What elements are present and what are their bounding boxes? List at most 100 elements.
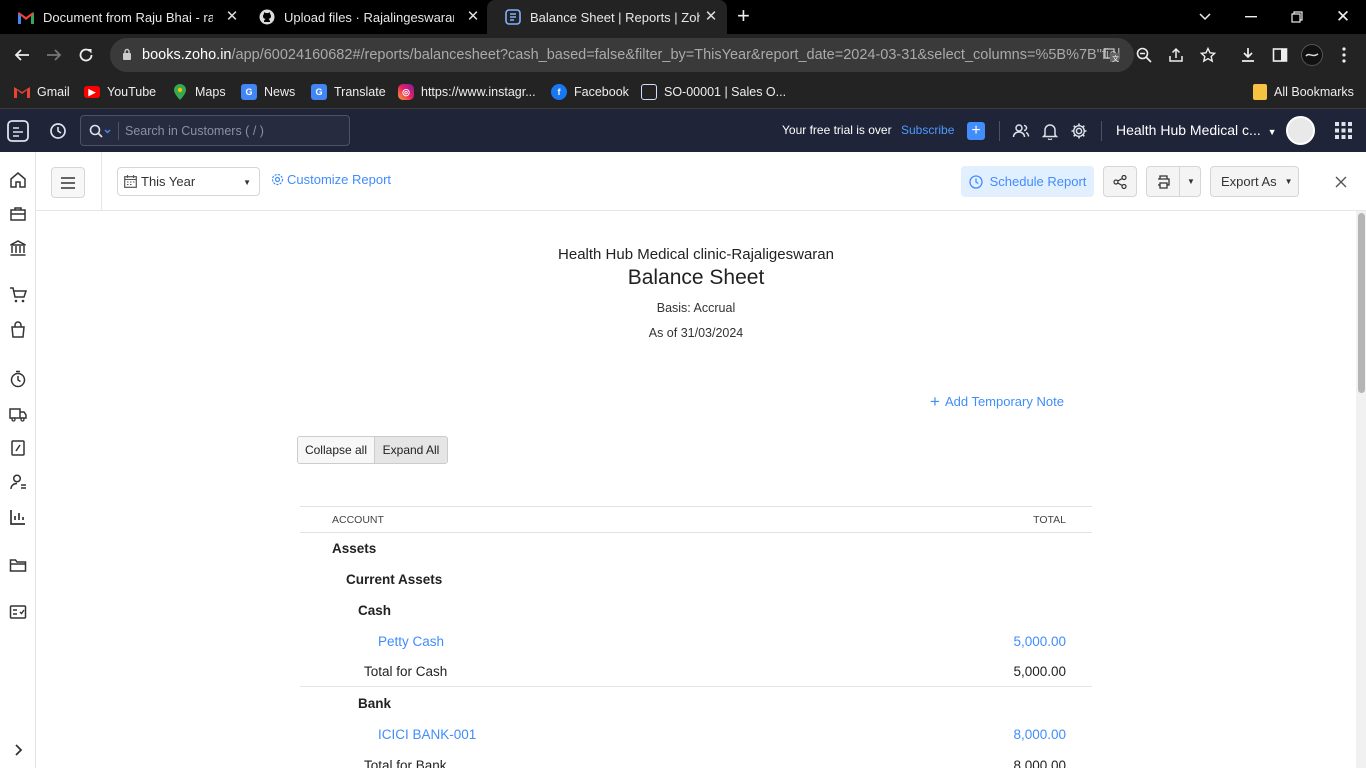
collapse-all-button[interactable]: Collapse all: [298, 437, 375, 463]
side-panel-icon[interactable]: [1268, 43, 1292, 67]
print-button[interactable]: ▼: [1146, 166, 1201, 197]
subscribe-link[interactable]: Subscribe: [901, 123, 954, 137]
bookmark-star-icon[interactable]: [1196, 43, 1220, 67]
table-row: Total for Cash 5,000.00: [300, 656, 1092, 687]
sales-cart-icon[interactable]: [9, 286, 28, 304]
search-input[interactable]: Search in Customers ( / ): [125, 124, 264, 138]
export-as-dropdown[interactable]: Export As ▼: [1210, 166, 1299, 197]
bookmark-instagram[interactable]: ◎ https://www.instagr...: [398, 82, 536, 102]
quick-create-plus-icon[interactable]: +: [967, 122, 985, 140]
share-nodes-icon: [1113, 174, 1127, 189]
tab-balance-sheet[interactable]: Balance Sheet | Reports | Zoho B ✕: [487, 0, 727, 34]
close-tab-icon[interactable]: ✕: [224, 9, 240, 25]
documents-folder-icon[interactable]: [9, 556, 27, 574]
zoom-icon[interactable]: [1132, 43, 1156, 67]
hamburger-menu-button[interactable]: [51, 167, 85, 198]
organization-heading: Health Hub Medical clinic-Rajaligeswaran: [558, 246, 834, 263]
new-tab-plus-icon[interactable]: +: [737, 5, 750, 27]
schedule-report-button[interactable]: Schedule Report: [961, 166, 1094, 197]
reports-chart-icon[interactable]: [9, 508, 27, 526]
share-page-icon[interactable]: [1164, 43, 1188, 67]
back-icon[interactable]: [10, 43, 34, 67]
global-search[interactable]: Search in Customers ( / ): [80, 115, 350, 146]
tab-gmail-document[interactable]: Document from Raju Bhai - raja ✕: [0, 0, 248, 34]
bookmark-facebook[interactable]: f Facebook: [551, 82, 629, 102]
close-report-icon[interactable]: [1335, 175, 1347, 193]
reload-icon[interactable]: [74, 43, 98, 67]
maps-pin-icon: [172, 84, 188, 100]
period-select[interactable]: This Year ▼: [117, 167, 260, 196]
purchases-bag-icon[interactable]: [9, 321, 27, 339]
items-box-icon[interactable]: [9, 205, 27, 223]
amount-cell[interactable]: 5,000.00: [1013, 634, 1066, 649]
account-link[interactable]: ICICI BANK-001: [378, 727, 476, 742]
site-info-icon[interactable]: [122, 48, 132, 65]
tab-title: Upload files · Rajalingeswaran/H: [284, 9, 454, 25]
report-scrollbar[interactable]: [1356, 211, 1366, 768]
report-content: Health Hub Medical clinic-Rajaligeswaran…: [36, 211, 1356, 768]
group-label: Assets: [332, 541, 377, 556]
table-row[interactable]: ICICI BANK-001 8,000.00: [300, 719, 1092, 750]
search-icon[interactable]: [89, 124, 111, 143]
instagram-icon: ◎: [398, 84, 414, 100]
all-bookmarks[interactable]: All Bookmarks: [1253, 82, 1354, 102]
users-icon[interactable]: [1012, 122, 1030, 145]
close-tab-icon[interactable]: ✕: [703, 9, 719, 25]
recent-history-icon[interactable]: [49, 122, 67, 145]
time-tracking-icon[interactable]: [9, 370, 27, 388]
caret-down-icon[interactable]: ▼: [1187, 177, 1195, 186]
bookmark-maps[interactable]: Maps: [172, 82, 226, 102]
zoho-books-icon: [641, 84, 657, 100]
close-window-icon[interactable]: ✕: [1320, 0, 1366, 34]
user-avatar[interactable]: [1286, 116, 1315, 145]
account-link[interactable]: Petty Cash: [378, 634, 444, 649]
config-checklist-icon[interactable]: [9, 603, 27, 621]
period-value: This Year: [141, 174, 196, 189]
table-row[interactable]: Petty Cash 5,000.00: [300, 626, 1092, 657]
restore-icon[interactable]: [1274, 0, 1320, 34]
trial-message: Your free trial is over: [782, 123, 892, 137]
customize-report-link[interactable]: Customize Report: [271, 172, 391, 187]
app-launcher-grid-icon[interactable]: [1335, 122, 1352, 144]
banking-icon[interactable]: [9, 239, 27, 257]
tab-github-upload[interactable]: Upload files · Rajalingeswaran/H ✕: [241, 0, 489, 34]
bookmark-sales-order[interactable]: SO-00001 | Sales O...: [641, 82, 786, 102]
browser-menu-icon[interactable]: [1332, 43, 1356, 67]
scrollbar-thumb[interactable]: [1358, 213, 1365, 393]
bookmark-translate[interactable]: G Translate: [311, 82, 386, 102]
table-row: Cash: [300, 595, 1092, 626]
translate-page-icon[interactable]: 文: [1100, 43, 1124, 67]
bookmark-gmail[interactable]: Gmail: [14, 82, 70, 102]
home-icon[interactable]: [9, 171, 27, 189]
folder-icon: [1253, 84, 1267, 100]
expand-sidebar-chevron-icon[interactable]: [9, 741, 27, 759]
contacts-person-icon[interactable]: [9, 473, 27, 491]
accountant-journal-icon[interactable]: [9, 439, 27, 457]
bookmark-youtube[interactable]: ▶ YouTube: [84, 82, 156, 102]
facebook-icon: f: [551, 84, 567, 100]
organization-name: Health Hub Medical c...: [1116, 122, 1261, 138]
total-label: Total for Cash: [364, 664, 448, 679]
close-tab-icon[interactable]: ✕: [465, 9, 481, 25]
minimize-icon[interactable]: [1228, 0, 1274, 34]
group-label: Current Assets: [346, 572, 443, 587]
caret-down-icon: ▼: [243, 178, 251, 187]
delivery-truck-icon[interactable]: [9, 405, 27, 423]
address-bar[interactable]: books.zoho.in/app/60024160682#/reports/b…: [110, 38, 1134, 72]
forward-icon[interactable]: [42, 43, 66, 67]
downloads-icon[interactable]: [1236, 43, 1260, 67]
tab-search-chevron-icon[interactable]: [1182, 0, 1228, 34]
share-report-button[interactable]: [1103, 166, 1137, 197]
settings-gear-icon[interactable]: [1070, 122, 1088, 145]
organization-switcher[interactable]: Health Hub Medical c... ▼: [1116, 122, 1277, 138]
zoho-books-icon: [505, 9, 521, 25]
notifications-bell-icon[interactable]: [1041, 122, 1059, 145]
report-basis: Basis: Accrual: [656, 301, 736, 315]
translate-icon: G: [311, 84, 327, 100]
zoho-books-logo-icon[interactable]: [6, 119, 30, 148]
expand-all-button[interactable]: Expand All: [375, 437, 447, 463]
add-temporary-note-link[interactable]: + Add Temporary Note: [930, 393, 1064, 410]
amount-cell[interactable]: 8,000.00: [1013, 727, 1066, 742]
profile-avatar[interactable]: [1300, 43, 1324, 67]
bookmark-news[interactable]: G News: [241, 82, 295, 102]
